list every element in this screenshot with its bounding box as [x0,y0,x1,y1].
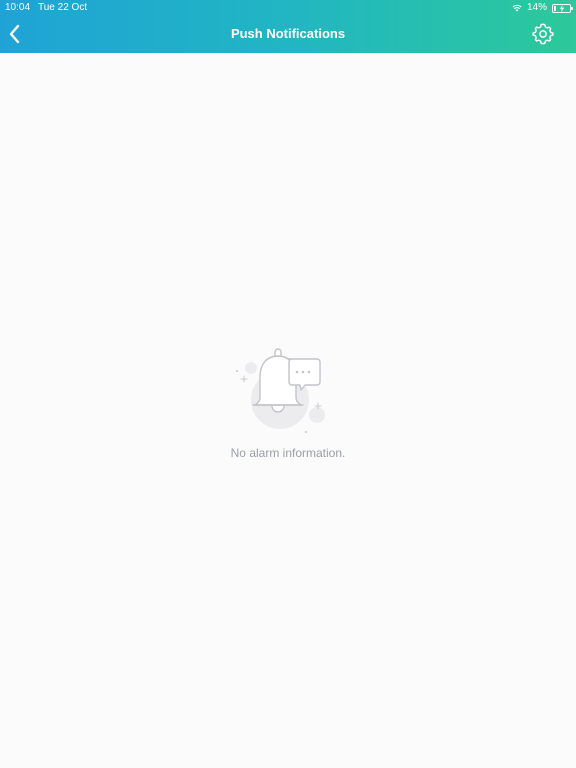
page-title: Push Notifications [230,26,346,41]
gear-icon [532,23,554,45]
empty-state: No alarm information. [0,348,576,460]
wifi-icon [512,4,522,12]
status-date: Tue 22 Oct [38,2,88,13]
notifications-list: No alarm information. [0,53,576,768]
nav-bar: Push Notifications [0,16,576,53]
battery-fill [554,5,556,11]
status-bar: 10:04 Tue 22 Oct 14% [0,0,576,16]
push-notifications-screen: 10:04 Tue 22 Oct 14% Push Notifications … [0,0,576,768]
bell-icon [236,348,325,433]
battery-icon [552,3,573,13]
settings-button[interactable] [532,23,554,45]
status-indicators: 14% [512,0,573,16]
battery-percent: 14% [526,2,547,13]
status-time: 10:04 [5,2,31,13]
charging-bolt-icon [559,4,565,12]
empty-state-message: No alarm information. [230,446,346,460]
header-bar: 10:04 Tue 22 Oct 14% Push Notifications [0,0,576,53]
